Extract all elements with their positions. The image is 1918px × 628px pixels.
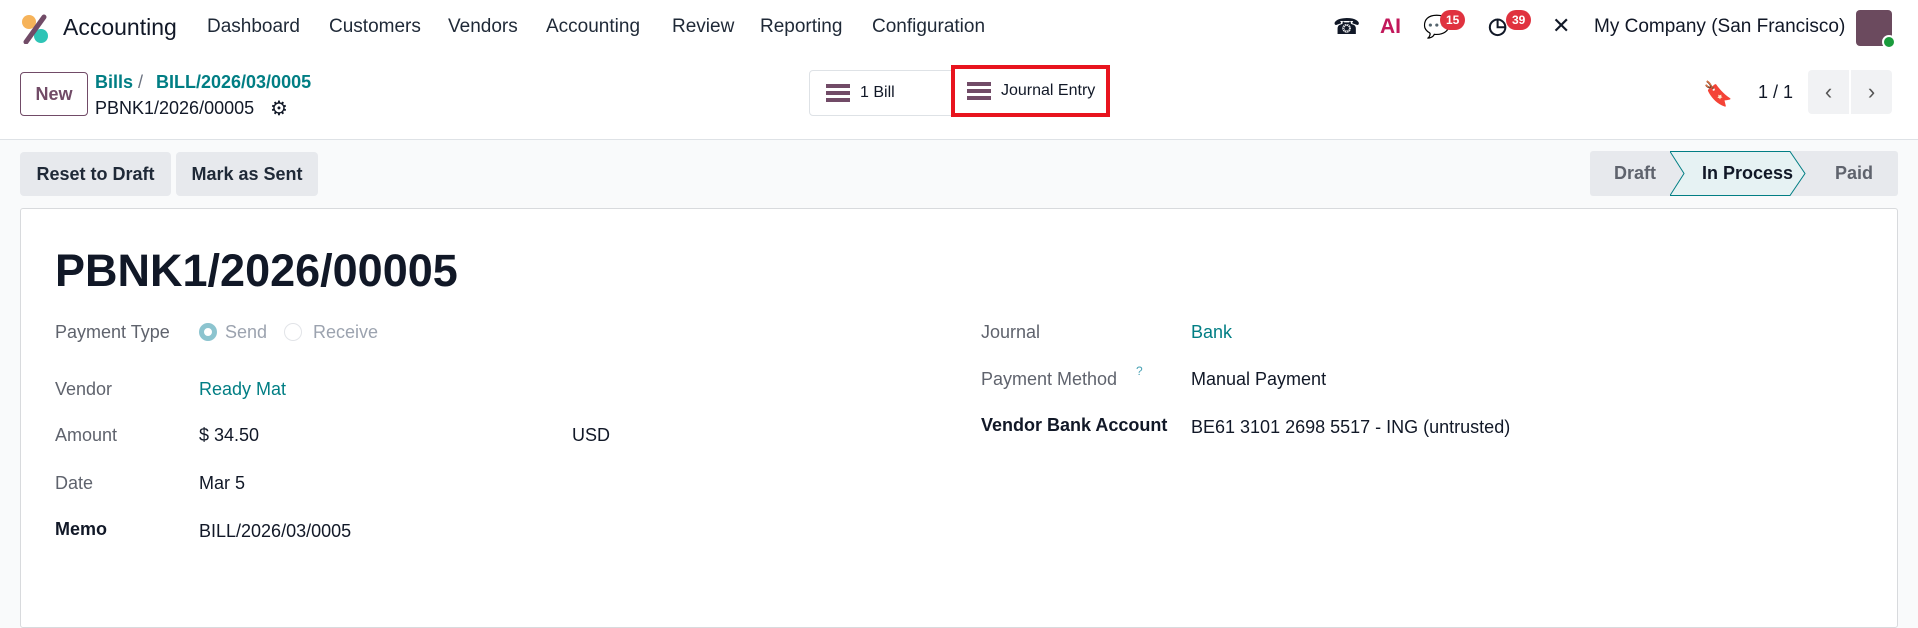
accounting-logo-icon[interactable] <box>20 14 50 44</box>
breadcrumb-separator: / <box>138 72 144 92</box>
messages-badge: 15 <box>1440 10 1466 30</box>
breadcrumb-bill[interactable]: BILL/2026/03/0005 <box>156 72 311 93</box>
help-tooltip-icon[interactable]: ? <box>1136 364 1143 378</box>
date-label: Date <box>55 473 94 493</box>
smart-button-label: Journal Entry <box>1001 82 1096 99</box>
radio-send[interactable] <box>199 323 217 341</box>
vendor-value[interactable]: Ready Mat <box>199 379 286 400</box>
menu-vendors[interactable]: Vendors <box>448 16 518 38</box>
app-name[interactable]: Accounting <box>63 14 177 41</box>
control-panel: New Bills / BILL/2026/03/0005 PBNK1/2026… <box>0 56 1918 140</box>
menu-review[interactable]: Review <box>672 16 734 38</box>
vendor-label: Vendor <box>55 379 113 399</box>
vendor-bank-account-label: Vendor Bank Account <box>981 415 1168 435</box>
tools-icon[interactable]: ✕ <box>1552 13 1570 39</box>
phone-icon[interactable]: ☎ <box>1333 14 1360 40</box>
bookmark-icon[interactable]: 🔖 <box>1703 80 1733 109</box>
mark-as-sent-button[interactable]: Mark as Sent <box>176 152 318 196</box>
breadcrumb-bills[interactable]: Bills <box>95 72 133 93</box>
pager-next-button[interactable]: › <box>1851 70 1892 114</box>
date-value: Mar 5 <box>199 473 246 493</box>
list-icon <box>967 82 991 100</box>
form-title: PBNK1/2026/00005 <box>55 245 458 296</box>
amount-label: Amount <box>55 425 118 445</box>
payment-method-label: Payment Method <box>981 369 1118 389</box>
activities-clock-icon[interactable]: ◷ <box>1488 13 1507 39</box>
memo-label: Memo <box>55 519 108 539</box>
activities-badge: 39 <box>1506 10 1532 30</box>
radio-receive-label[interactable]: Receive <box>313 322 378 343</box>
pager-previous-button[interactable]: ‹ <box>1808 70 1849 114</box>
amount-value: $ 34.50 <box>199 425 260 445</box>
record-name: PBNK1/2026/00005 <box>95 98 255 118</box>
payment-method-value: Manual Payment <box>1191 369 1327 389</box>
company-switcher[interactable]: My Company (San Francisco) <box>1594 16 1845 38</box>
gear-icon[interactable]: ⚙ <box>270 96 288 121</box>
payment-form-sheet: PBNK1/2026/00005 Payment Type Send Recei… <box>20 208 1898 628</box>
payment-type-label: Payment Type <box>55 322 170 342</box>
vendor-bank-account-value: BE61 3101 2698 5517 - ING (untrusted) <box>1191 417 1511 437</box>
status-bar: Draft In Process Paid <box>1590 151 1898 196</box>
user-avatar[interactable] <box>1856 10 1896 49</box>
list-icon <box>826 84 850 102</box>
menu-configuration[interactable]: Configuration <box>872 16 985 38</box>
menu-reporting[interactable]: Reporting <box>760 16 842 38</box>
smart-button-journal-entry[interactable]: Journal Entry <box>951 65 1110 117</box>
smart-button-bills[interactable]: 1 Bill <box>809 70 952 116</box>
currency-value: USD <box>572 425 611 445</box>
smart-button-label: 1 Bill <box>860 84 895 101</box>
status-draft[interactable]: Draft <box>1614 163 1656 184</box>
status-paid[interactable]: Paid <box>1835 163 1873 184</box>
journal-label: Journal <box>981 322 1041 342</box>
status-in-process[interactable]: In Process <box>1702 163 1793 184</box>
radio-send-label[interactable]: Send <box>225 322 267 343</box>
menu-customers[interactable]: Customers <box>329 16 421 38</box>
radio-receive[interactable] <box>284 323 302 341</box>
ai-icon[interactable]: AI <box>1380 15 1401 39</box>
new-button[interactable]: New <box>20 72 88 116</box>
online-status-icon <box>1882 35 1896 49</box>
pager-value[interactable]: 1 / 1 <box>1758 82 1793 103</box>
menu-accounting[interactable]: Accounting <box>546 16 640 38</box>
top-navbar: Accounting Dashboard Customers Vendors A… <box>0 0 1918 56</box>
journal-value[interactable]: Bank <box>1191 322 1232 343</box>
reset-to-draft-button[interactable]: Reset to Draft <box>20 152 171 196</box>
memo-value: BILL/2026/03/0005 <box>199 521 352 541</box>
menu-dashboard[interactable]: Dashboard <box>207 16 300 38</box>
